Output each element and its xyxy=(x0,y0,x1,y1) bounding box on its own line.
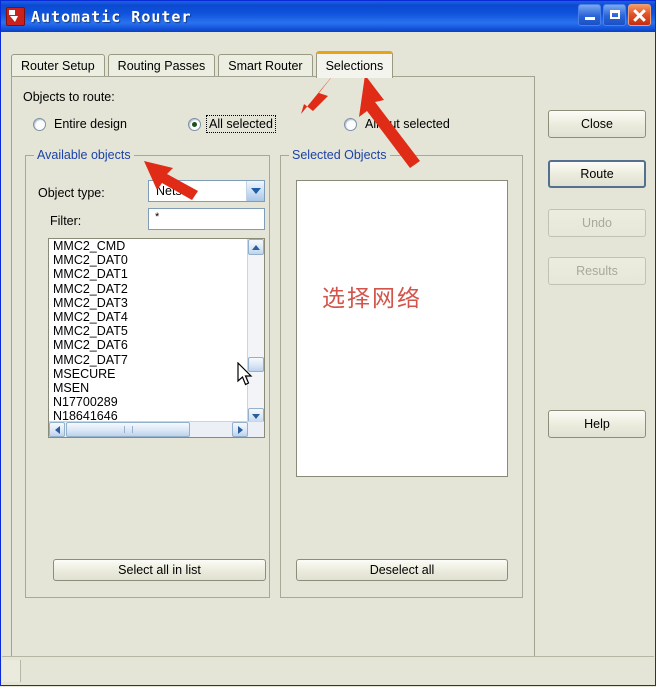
scroll-right-icon[interactable] xyxy=(232,422,248,437)
list-item[interactable]: MSECURE xyxy=(53,367,251,381)
list-item[interactable]: MMC2_DAT4 xyxy=(53,310,251,324)
available-objects-title: Available objects xyxy=(34,148,134,162)
radio-dot-icon xyxy=(344,117,357,131)
available-objects-list[interactable]: MMC2_CMD MMC2_DAT0 MMC2_DAT1 MMC2_DAT2 MMC2_… xyxy=(48,238,265,438)
selected-objects-list[interactable]: 选择网络 xyxy=(296,180,508,477)
available-list-vertical-scrollbar[interactable] xyxy=(247,239,264,424)
objects-to-route-label: Objects to route: xyxy=(23,90,115,104)
maximize-button[interactable] xyxy=(603,4,626,26)
route-button[interactable]: Route xyxy=(548,160,646,188)
minimize-button[interactable] xyxy=(578,4,601,26)
chevron-down-icon[interactable] xyxy=(246,181,264,201)
scroll-left-icon[interactable] xyxy=(49,422,65,437)
vertical-scroll-thumb[interactable] xyxy=(248,357,264,372)
select-all-in-list-button[interactable]: Select all in list xyxy=(53,559,266,581)
radio-all-selected[interactable]: All selected xyxy=(188,115,276,133)
tab-smart-router[interactable]: Smart Router xyxy=(218,54,313,77)
radio-dot-icon xyxy=(33,117,46,131)
annotation-text: 选择网络 xyxy=(322,286,422,312)
list-item[interactable]: MMC2_DAT3 xyxy=(53,296,251,310)
radio-all-selected-label: All selected xyxy=(206,115,276,133)
window-controls xyxy=(578,4,651,26)
list-item[interactable]: MMC2_DAT0 xyxy=(53,253,251,267)
close-window-button[interactable] xyxy=(628,4,651,26)
list-item[interactable]: MMC2_CMD xyxy=(53,239,251,253)
horizontal-scroll-thumb[interactable] xyxy=(66,422,190,437)
undo-button: Undo xyxy=(548,209,646,237)
dialog-client-area: Router Setup Routing Passes Smart Router… xyxy=(2,32,654,680)
deselect-all-button[interactable]: Deselect all xyxy=(296,559,508,581)
tab-strip: Router Setup Routing Passes Smart Router… xyxy=(11,51,396,78)
status-bar-segment xyxy=(2,660,21,682)
radio-entire-design-label: Entire design xyxy=(54,117,127,131)
side-button-column: Close Route Undo Results Help xyxy=(545,76,649,680)
automatic-router-dialog: Automatic Router Router Setup Routing Pa… xyxy=(0,0,656,686)
tab-router-setup[interactable]: Router Setup xyxy=(11,54,105,77)
list-item[interactable]: MMC2_DAT2 xyxy=(53,282,251,296)
help-button[interactable]: Help xyxy=(548,410,646,438)
selected-objects-title: Selected Objects xyxy=(289,148,390,162)
app-icon xyxy=(6,7,25,26)
list-item[interactable]: MMC2_DAT5 xyxy=(53,324,251,338)
list-item[interactable]: N17700289 xyxy=(53,395,251,409)
object-type-combo[interactable]: Nets xyxy=(148,180,265,202)
list-item[interactable]: MSEN xyxy=(53,381,251,395)
list-item[interactable]: MMC2_DAT6 xyxy=(53,338,251,352)
window-title: Automatic Router xyxy=(31,7,192,26)
selected-objects-group: Selected Objects 选择网络 Deselect all xyxy=(280,148,523,598)
title-bar: Automatic Router xyxy=(1,1,655,32)
results-button: Results xyxy=(548,257,646,285)
selections-panel: Objects to route: Entire design All sele… xyxy=(11,76,535,680)
scroll-up-icon[interactable] xyxy=(248,239,264,255)
tab-selections[interactable]: Selections xyxy=(315,51,394,78)
available-list-horizontal-scrollbar[interactable] xyxy=(49,421,264,437)
radio-all-but-selected[interactable]: All but selected xyxy=(344,115,452,133)
available-objects-group: Available objects Object type: Nets Filt… xyxy=(25,148,270,598)
tab-routing-passes[interactable]: Routing Passes xyxy=(107,54,216,77)
objects-to-route-radio-group: Entire design All selected All but selec… xyxy=(25,115,525,135)
filter-label: Filter: xyxy=(50,214,82,228)
radio-entire-design[interactable]: Entire design xyxy=(33,115,129,133)
list-item[interactable]: MMC2_DAT1 xyxy=(53,267,251,281)
radio-all-but-selected-label: All but selected xyxy=(365,117,450,131)
object-type-value: Nets xyxy=(156,184,182,198)
object-type-label: Object type: xyxy=(38,186,105,200)
filter-input[interactable]: * xyxy=(148,208,265,230)
available-objects-rows: MMC2_CMD MMC2_DAT0 MMC2_DAT1 MMC2_DAT2 MMC2_… xyxy=(49,239,251,423)
close-button[interactable]: Close xyxy=(548,110,646,138)
status-bar xyxy=(2,656,654,684)
radio-dot-icon xyxy=(188,117,201,131)
list-item[interactable]: MMC2_DAT7 xyxy=(53,353,251,367)
